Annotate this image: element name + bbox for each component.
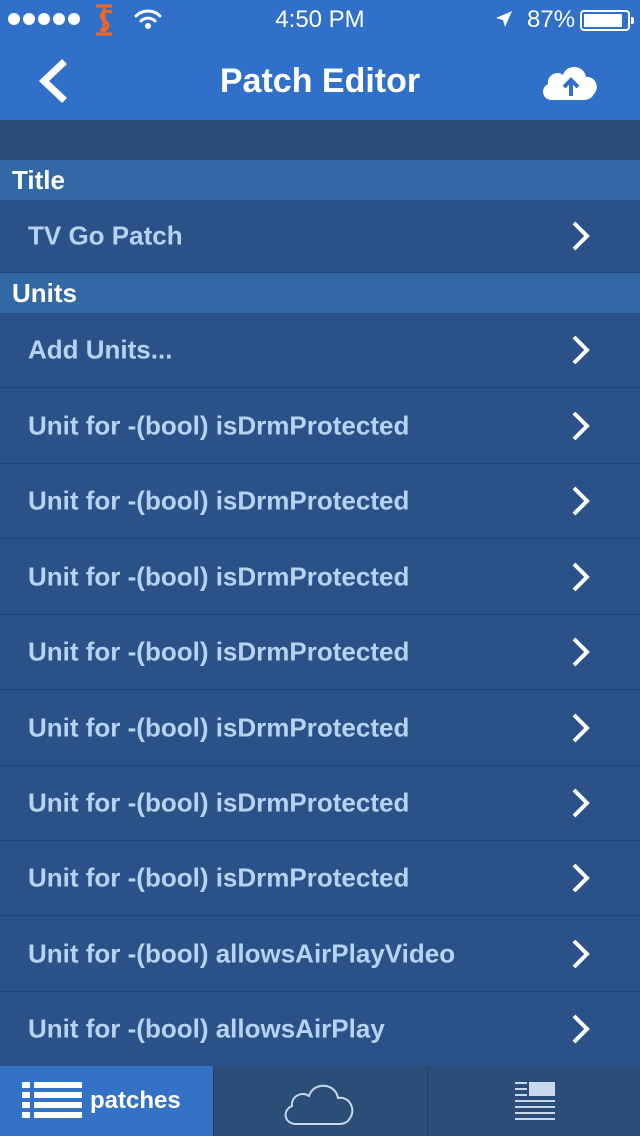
list-item-label: Unit for -(bool) isDrmProtected [28, 485, 410, 516]
title-row[interactable]: TV Go Patch [0, 200, 640, 273]
add-units-row[interactable]: Add Units... [0, 313, 640, 388]
location-arrow-icon [496, 11, 512, 27]
chevron-right-icon [572, 863, 590, 893]
list-item-label: Unit for -(bool) isDrmProtected [28, 862, 410, 893]
title-value: TV Go Patch [28, 220, 183, 251]
list-item-label: Unit for -(bool) isDrmProtected [28, 410, 410, 440]
unit-row[interactable]: Unit for -(bool) isDrmProtected [0, 388, 640, 464]
list-item-label: Unit for -(bool) isDrmProtected [28, 787, 410, 818]
list-item-label: Unit for -(bool) isDrmProtected [28, 636, 410, 667]
cloud-icon [285, 1084, 354, 1125]
chevron-right-icon [572, 788, 590, 818]
chevron-right-icon [572, 637, 590, 667]
nav-bar: Patch Editor [0, 40, 640, 120]
unit-row[interactable]: Unit for -(bool) isDrmProtected [0, 841, 640, 916]
unit-row[interactable]: Unit for -(bool) isDrmProtected [0, 615, 640, 690]
unit-row[interactable]: Unit for -(bool) isDrmProtected [0, 539, 640, 615]
status-bar: 4:50 PM 87% [0, 0, 640, 40]
upload-button[interactable] [538, 58, 604, 108]
chevron-right-icon [572, 221, 590, 251]
list-icon [22, 1082, 82, 1118]
tab-documents[interactable] [426, 1066, 640, 1136]
list-item-label: Unit for -(bool) allowsAirPlay [28, 1013, 385, 1044]
section-header-title: Title [0, 160, 640, 200]
tab-label: patches [90, 1087, 181, 1114]
tab-bar: patches [0, 1066, 640, 1136]
chevron-right-icon [572, 411, 590, 440]
tab-patches[interactable]: patches [0, 1066, 214, 1136]
chevron-right-icon [572, 939, 590, 968]
battery-icon [580, 10, 634, 31]
list-item-label: Unit for -(bool) isDrmProtected [28, 712, 410, 742]
cloud-upload-icon [543, 66, 597, 100]
battery-percent: 87% [527, 6, 576, 33]
unit-row[interactable]: Unit for -(bool) allowsAirPlayVideo [0, 916, 640, 992]
chevron-right-icon [572, 713, 590, 742]
list-item-label: Unit for -(bool) allowsAirPlayVideo [28, 938, 456, 968]
chevron-right-icon [572, 335, 590, 365]
unit-row[interactable]: Unit for -(bool) allowsAirPlay [0, 992, 640, 1066]
chevron-right-icon [572, 562, 590, 591]
chevron-right-icon [572, 486, 590, 516]
table-top-spacer [0, 120, 640, 160]
unit-row[interactable]: Unit for -(bool) isDrmProtected [0, 766, 640, 841]
top-bar: 4:50 PM 87% Patch Editor [0, 0, 640, 120]
unit-row[interactable]: Unit for -(bool) isDrmProtected [0, 464, 640, 539]
tab-cloud[interactable] [213, 1066, 426, 1136]
list-item-label: Unit for -(bool) isDrmProtected [28, 561, 410, 591]
list-item-label: Add Units... [28, 334, 173, 365]
chevron-right-icon [572, 1014, 590, 1044]
unit-row[interactable]: Unit for -(bool) isDrmProtected [0, 690, 640, 766]
document-icon [514, 1082, 555, 1120]
section-header-units: Units [0, 273, 640, 313]
